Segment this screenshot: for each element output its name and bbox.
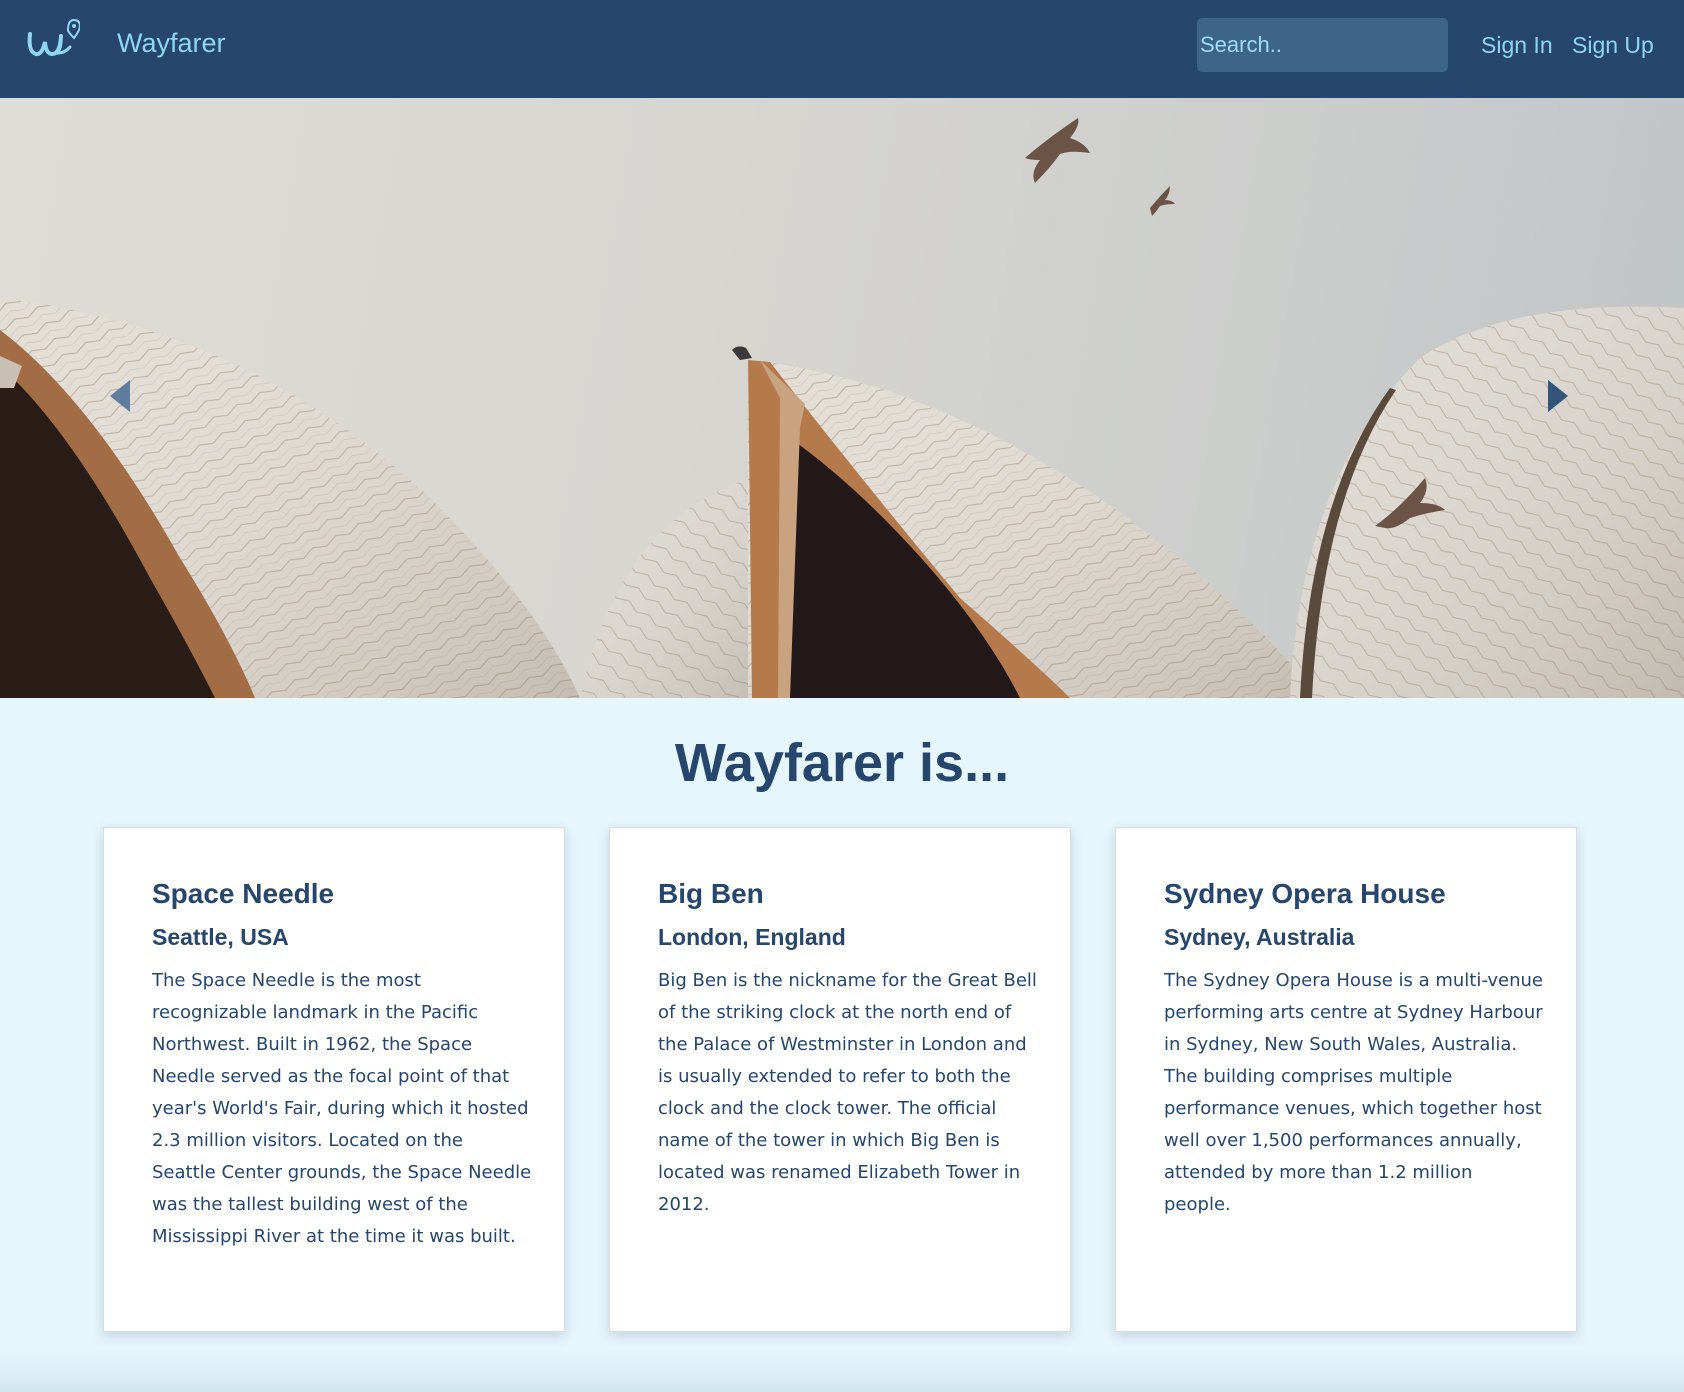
wayfarer-logo-icon[interactable]	[24, 14, 82, 64]
card-title: Big Ben	[658, 878, 764, 909]
card-title: Space Needle	[152, 878, 335, 909]
card-subtitle: London, England	[658, 924, 846, 950]
card-subtitle: Sydney, Australia	[1164, 924, 1355, 950]
city-card: Sydney Opera House Sydney, Australia The…	[1115, 827, 1577, 1332]
card-text: The Sydney Opera House is a multi-venue …	[1164, 970, 1543, 1215]
hero-carousel	[0, 98, 1684, 698]
city-card: Space Needle Seattle, USA The Space Need…	[103, 827, 565, 1332]
sign-up-link[interactable]: Sign Up	[1572, 28, 1654, 62]
city-card: Big Ben London, England Big Ben is the n…	[609, 827, 1071, 1332]
navbar: Wayfarer Sign In Sign Up	[0, 0, 1684, 98]
carousel-prev-arrow-icon[interactable]	[100, 376, 140, 416]
card-subtitle: Seattle, USA	[152, 924, 289, 950]
sign-in-link[interactable]: Sign In	[1481, 28, 1553, 62]
carousel-next-arrow-icon[interactable]	[1538, 376, 1578, 416]
section-title: Wayfarer is...	[674, 733, 1010, 793]
sydney-opera-house-photo	[0, 118, 1684, 698]
card-text: The Space Needle is the most recognizabl…	[152, 970, 532, 1247]
brand-link[interactable]: Wayfarer	[117, 24, 226, 62]
page: Wayfarer Sign In Sign Up	[0, 0, 1684, 1392]
card-text: Big Ben is the nickname for the Great Be…	[658, 970, 1037, 1215]
page-bottom-fade	[0, 1350, 1684, 1392]
search-input[interactable]	[1197, 18, 1448, 72]
card-title: Sydney Opera House	[1164, 878, 1446, 909]
